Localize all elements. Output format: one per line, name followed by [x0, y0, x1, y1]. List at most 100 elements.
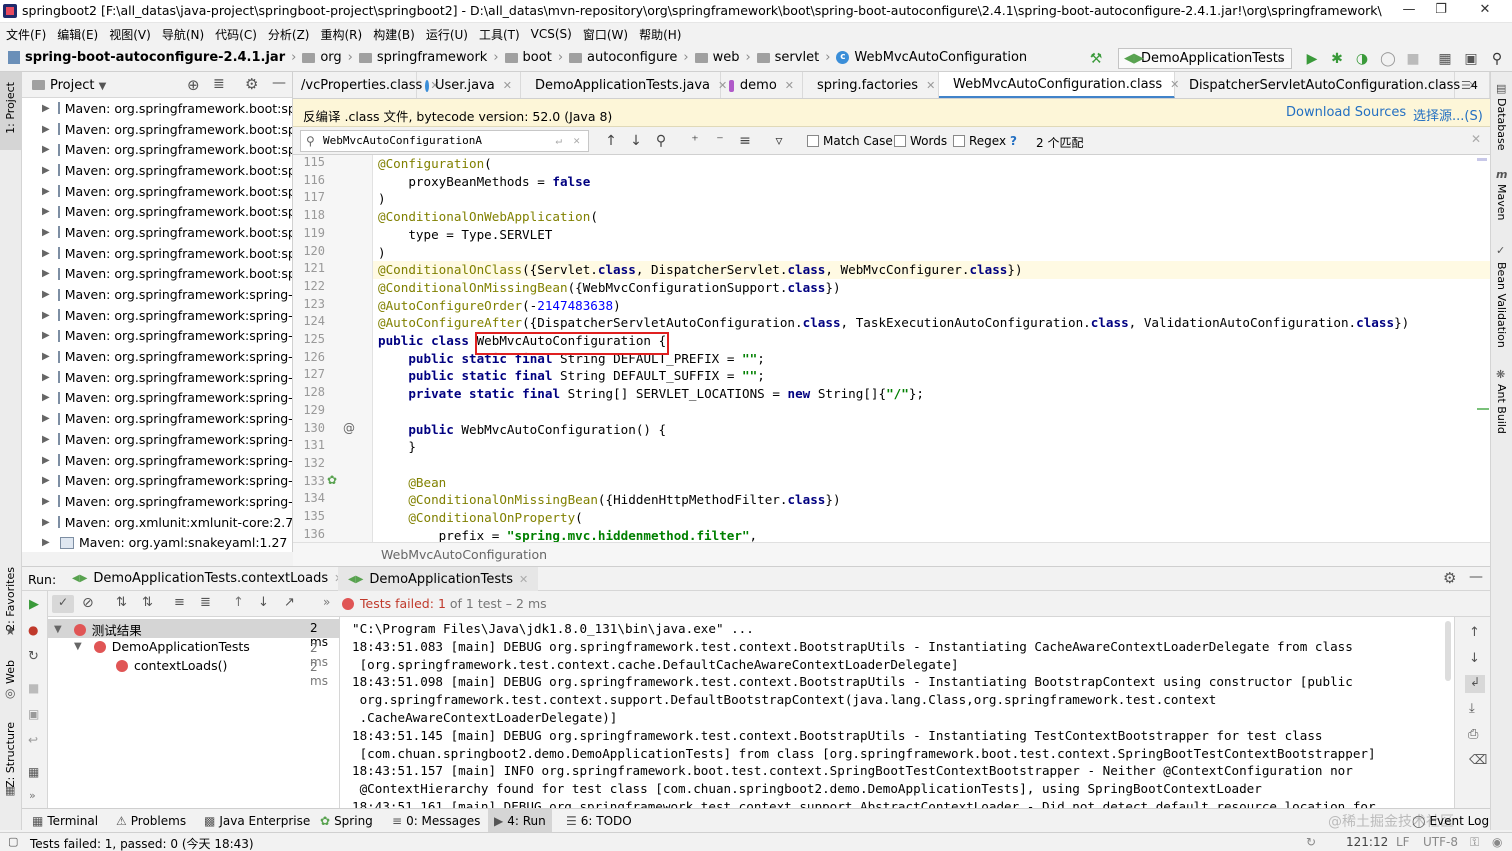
test-method-row[interactable]: contextLoads() — [116, 658, 227, 673]
hide-icon[interactable]: — — [1469, 569, 1483, 585]
project-tree-item[interactable]: ▶ Maven: org.springframework:spring- — [22, 429, 292, 450]
rerun-failed-icon[interactable]: ● — [28, 623, 38, 637]
close-icon[interactable]: ✕ — [926, 79, 935, 92]
import-icon[interactable]: ↩ — [28, 733, 38, 747]
tab-webmvcautoconfiguration-class[interactable]: WebMvcAutoConfiguration.class ✕ — [939, 72, 1179, 98]
add-selection-icon[interactable]: ⁺ — [687, 133, 703, 149]
project-tree-item[interactable]: ▶ Maven: org.springframework.boot:sp — [22, 222, 292, 243]
breadcrumb-jar[interactable]: spring-boot-autoconfigure-2.4.1.jar › — [8, 50, 296, 65]
stop-icon[interactable]: ■ — [1405, 51, 1421, 67]
layout-icon[interactable]: ▦ — [28, 765, 39, 779]
java-enterprise-tab[interactable]: ▩ Java Enterprise — [204, 814, 310, 828]
tab-spring-factories[interactable]: spring.factories ✕ — [803, 72, 939, 98]
regex-help-link[interactable]: ? — [1010, 134, 1017, 148]
menu-analyze[interactable]: 分析(Z) — [268, 26, 310, 43]
project-tree-item[interactable]: ▶ Maven: org.springframework:spring- — [22, 346, 292, 367]
run-tab-contextloads[interactable]: ◀▶DemoApplicationTests.contextLoads✕ — [72, 571, 343, 586]
build-hammer-icon[interactable]: ⚒ — [1088, 51, 1104, 67]
project-tree-item[interactable]: ▶ Maven: org.springframework:spring- — [22, 284, 292, 305]
hide-icon[interactable]: — — [272, 75, 286, 91]
menu-window[interactable]: 窗口(W) — [583, 26, 628, 43]
run-configuration-select[interactable]: ◀▶ DemoApplicationTests ⌄ — [1118, 48, 1292, 69]
structure-tool-tab[interactable]: Z: Structure — [4, 722, 17, 788]
collapse-all-icon[interactable]: ≣ — [200, 595, 211, 610]
breadcrumb-current-class[interactable]: c WebMvcAutoConfiguration — [836, 50, 1027, 65]
favorites-tool-tab[interactable]: 2: Favorites — [4, 567, 17, 631]
next-failed-icon[interactable]: ↓ — [258, 595, 269, 610]
messages-tab[interactable]: ≡ 0: Messages — [392, 814, 480, 828]
test-class-row[interactable]: ▼ DemoApplicationTests — [74, 639, 250, 654]
overridden-method-icon[interactable]: @ — [343, 421, 355, 435]
breadcrumb-org[interactable]: org › — [302, 50, 353, 65]
project-structure-icon[interactable]: ▦ — [1437, 51, 1453, 67]
menu-tools[interactable]: 工具(T) — [479, 26, 520, 43]
breadcrumb-boot[interactable]: boot › — [504, 50, 563, 65]
problems-tab[interactable]: ⚠ Problems — [116, 814, 186, 828]
print-icon[interactable]: ⎙ — [1468, 727, 1478, 742]
tab-dispatcherservletautoconfiguration-class[interactable]: DispatcherServletAutoConfiguration.class… — [1175, 72, 1477, 98]
run-tab-demoapplicationtests[interactable]: ◀▶ DemoApplicationTests ✕ — [338, 567, 539, 592]
menu-edit[interactable]: 编辑(E) — [57, 26, 98, 43]
sync-icon[interactable]: ↻ — [1306, 835, 1316, 849]
filter-icon[interactable]: ▿ — [771, 133, 787, 149]
caret-position[interactable]: 121:12 — [1346, 835, 1388, 849]
scroll-up-icon[interactable]: ↑ — [1469, 625, 1480, 640]
breadcrumb-autoconfigure[interactable]: autoconfigure › — [569, 50, 689, 65]
breadcrumb-web[interactable]: web › — [694, 50, 751, 65]
search-icon[interactable]: ⚲ — [1489, 51, 1505, 67]
project-tree-item[interactable]: ▶ Maven: org.springframework:spring- — [22, 470, 292, 491]
menu-file[interactable]: 文件(F) — [6, 26, 46, 43]
project-tree-item[interactable]: ▶ Maven: org.springframework.boot:sp — [22, 201, 292, 222]
tab-webmvcproperties-class[interactable]: /vcProperties.class ✕ — [293, 72, 440, 98]
breadcrumb-springframework[interactable]: springframework › — [358, 50, 499, 65]
close-icon[interactable]: ✕ — [503, 79, 512, 92]
gear-icon[interactable]: ⚙ — [245, 75, 258, 93]
regex-checkbox[interactable]: Regex — [953, 134, 1006, 148]
project-tree-item[interactable]: ▶ Maven: org.springframework:spring- — [22, 450, 292, 471]
find-all-icon[interactable]: ⚲ — [653, 133, 669, 149]
menu-build[interactable]: 构建(B) — [373, 26, 415, 43]
project-tree-item[interactable]: ▶ Maven: org.springframework.boot:sp — [22, 160, 292, 181]
scroll-to-end-icon[interactable]: ⤓ — [1469, 701, 1475, 716]
locate-icon[interactable]: ⊕ — [187, 76, 200, 94]
console-scrollbar[interactable] — [1445, 621, 1451, 681]
sort-alpha-icon[interactable]: ⇅ — [116, 595, 127, 610]
tool-window-toggle-icon[interactable]: ▢ — [8, 835, 18, 848]
run-tab[interactable]: ▶ 4: Run — [488, 809, 552, 832]
todo-tab[interactable]: ☰ 6: TODO — [566, 814, 632, 828]
profile-icon[interactable]: ◯ — [1380, 51, 1396, 67]
words-checkbox[interactable]: Words — [894, 134, 947, 148]
select-all-occurrences-icon[interactable]: ≡ — [737, 133, 753, 149]
close-find-icon[interactable]: ✕ — [1471, 132, 1481, 146]
menu-navigate[interactable]: 导航(N) — [162, 26, 204, 43]
clear-icon[interactable]: ✕ — [573, 131, 580, 151]
next-occurrence-icon[interactable]: ↓ — [628, 133, 644, 149]
spring-tab[interactable]: ✿ Spring — [320, 814, 373, 828]
test-root-row[interactable]: ▼ 测试结果 — [54, 620, 142, 639]
remove-selection-icon[interactable]: ⁻ — [712, 133, 728, 149]
lock-icon[interactable]: ⚿ — [1470, 835, 1479, 850]
menu-refactor[interactable]: 重构(R) — [321, 26, 363, 43]
file-encoding[interactable]: UTF-8 — [1423, 835, 1458, 849]
previous-failed-icon[interactable]: ↑ — [233, 595, 244, 610]
more-icon[interactable]: » — [29, 789, 36, 802]
menu-view[interactable]: 视图(V) — [109, 26, 151, 43]
coverage-icon[interactable]: ◑ — [1354, 51, 1370, 67]
line-separator[interactable]: LF — [1396, 835, 1410, 849]
collapse-all-icon[interactable]: ≣ — [213, 76, 225, 92]
bean-validation-tool-tab[interactable]: Bean Validation — [1495, 262, 1508, 348]
stop-icon[interactable]: ■ — [28, 681, 39, 695]
choose-sources-link[interactable]: 选择源...(S) — [1413, 105, 1483, 124]
ant-build-tool-tab[interactable]: Ant Build — [1495, 384, 1508, 434]
maven-tool-tab[interactable]: Maven — [1495, 184, 1508, 220]
menu-help[interactable]: 帮助(H) — [639, 26, 681, 43]
console-output[interactable]: "C:\Program Files\Java\jdk1.8.0_131\bin\… — [340, 617, 1454, 808]
minimize-icon[interactable]: — — [1394, 2, 1424, 20]
run-icon[interactable]: ▶ — [1304, 51, 1320, 67]
menu-vcs[interactable]: VCS(S) — [531, 27, 572, 41]
layout-icon[interactable]: ▣ — [1463, 51, 1479, 67]
camera-icon[interactable]: ▣ — [28, 707, 39, 721]
memory-icon[interactable]: ◉ — [1492, 835, 1502, 849]
project-view-select[interactable]: Project ▼ — [50, 78, 106, 93]
toggle-autotest-icon[interactable]: ↻ — [28, 649, 39, 664]
